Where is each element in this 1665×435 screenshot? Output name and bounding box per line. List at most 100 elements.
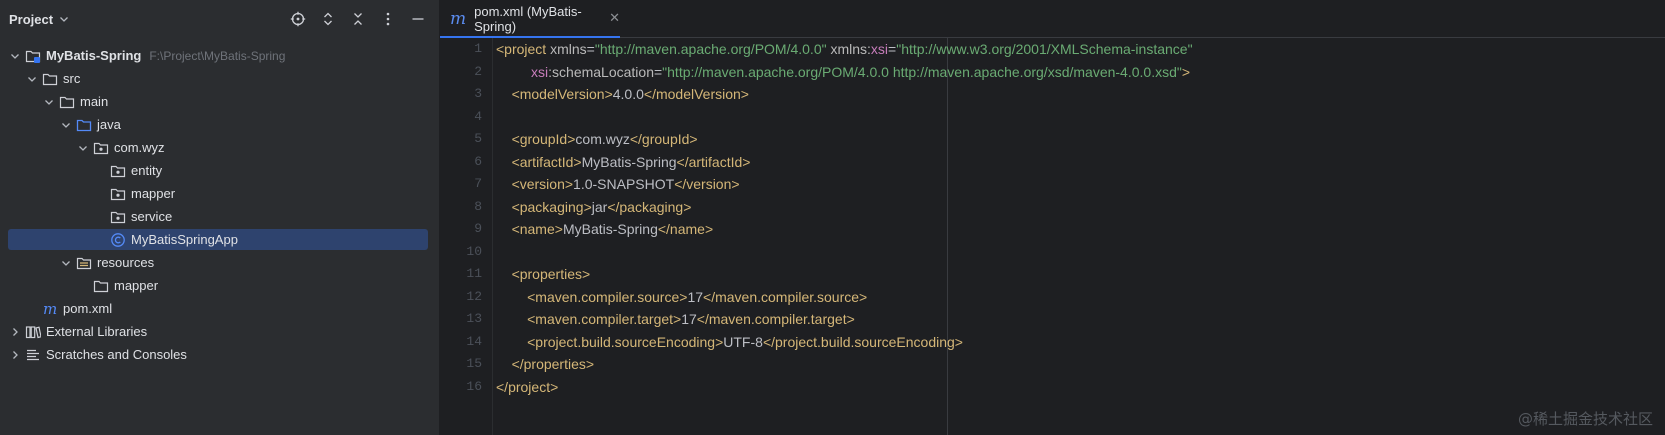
code-line: xsi:schemaLocation="http://maven.apache.… <box>496 61 1193 84</box>
line-number: 6 <box>474 153 482 169</box>
tree-node[interactable]: mapper <box>0 274 440 297</box>
chevron-down-icon[interactable] <box>42 95 56 109</box>
collapse-all-icon[interactable] <box>349 10 367 28</box>
line-number: 3 <box>474 86 482 101</box>
code-token: </properties> <box>511 356 595 372</box>
expand-all-icon[interactable] <box>319 10 337 28</box>
line-number: 14 <box>466 333 482 349</box>
code-token: UTF-8 <box>723 333 763 350</box>
code-line: <version>1.0-SNAPSHOT</version> <box>496 173 1193 196</box>
code-token: MyBatis-Spring <box>581 153 677 170</box>
chevron-right-icon[interactable] <box>8 348 22 362</box>
chevron-down-icon[interactable] <box>59 256 73 270</box>
package-icon <box>110 163 126 179</box>
chevron-down-icon[interactable] <box>25 72 39 86</box>
chevron-right-icon[interactable] <box>8 325 22 339</box>
tree-node-label: mapper <box>131 186 176 201</box>
project-panel-title[interactable]: Project <box>9 12 53 27</box>
libraries-icon <box>25 324 41 340</box>
code-line: </properties> <box>496 353 1193 376</box>
code-token: "http://maven.apache.org/POM/4.0.0" <box>594 41 827 57</box>
tree-node-label: Scratches and Consoles <box>46 347 187 362</box>
code-token: xmlns <box>550 41 587 57</box>
more-options-icon[interactable] <box>379 10 397 28</box>
module-path: F:\Project\MyBatis-Spring <box>149 48 286 63</box>
tree-node[interactable]: m pom.xml <box>0 297 440 320</box>
tab-pom-xml[interactable]: m pom.xml (MyBatis-Spring) ✕ <box>440 0 620 38</box>
line-number: 15 <box>466 356 482 371</box>
code-token: MyBatis-Spring <box>562 221 658 237</box>
close-icon[interactable]: ✕ <box>609 11 620 26</box>
tree-node[interactable]: service <box>0 205 440 228</box>
chevron-down-icon[interactable] <box>76 141 90 155</box>
code-token: </maven.compiler.source> <box>703 288 868 305</box>
line-number: 1 <box>474 41 482 56</box>
tab-label: pom.xml (MyBatis-Spring) <box>474 3 582 34</box>
tree-node[interactable]: Scratches and Consoles <box>0 343 440 366</box>
resources-folder-icon <box>76 255 92 271</box>
code-token: com.wyz <box>575 131 630 147</box>
tree-node[interactable]: External Libraries <box>0 320 440 343</box>
hide-panel-icon[interactable] <box>409 10 427 28</box>
code-line: <name>MyBatis-Spring</name> <box>496 218 1193 241</box>
package-icon <box>93 140 109 156</box>
tree-node-label: service <box>131 209 173 224</box>
code-token: <maven.compiler.source> <box>527 288 688 305</box>
chevron-down-icon[interactable] <box>58 13 70 25</box>
code-token: :schemaLocation <box>548 63 654 80</box>
code-line: <properties> <box>496 263 1193 286</box>
code-token: <properties> <box>511 266 591 282</box>
line-number: 8 <box>474 198 482 214</box>
tree-node-label: pom.xml <box>63 301 113 316</box>
crosshair-icon[interactable] <box>289 10 307 28</box>
code-token: 4.0.0 <box>612 86 644 102</box>
code-token: "http://maven.apache.org/POM/4.0.0 http:… <box>662 63 1182 80</box>
tree-node[interactable]: MyBatisSpringApp <box>0 228 440 251</box>
chevron-down-icon[interactable] <box>8 49 22 63</box>
tree-node[interactable]: entity <box>0 159 440 182</box>
tree-node[interactable]: MyBatis-Spring F:\Project\MyBatis-Spring <box>0 44 440 67</box>
line-number: 9 <box>474 221 482 236</box>
tree-node[interactable]: resources <box>0 251 440 274</box>
project-panel-header: Project <box>0 0 439 38</box>
code-token: <project <box>496 41 551 57</box>
editor-tab-bar: m pom.xml (MyBatis-Spring) ✕ <box>440 0 1665 38</box>
panel-toolbar <box>289 10 427 28</box>
package-icon <box>110 209 126 225</box>
line-number: 13 <box>466 311 482 326</box>
code-token: "http://www.w3.org/2001/XMLSchema-instan… <box>896 41 1193 57</box>
tree-node[interactable]: com.wyz <box>0 136 440 159</box>
folder-icon <box>93 278 109 294</box>
package-icon <box>110 186 126 202</box>
code-token: </name> <box>657 221 714 237</box>
tree-node[interactable]: mapper <box>0 182 440 205</box>
tree-node-label: resources <box>97 255 155 270</box>
code-line: <modelVersion>4.0.0</modelVersion> <box>496 83 1193 106</box>
code-token: = <box>653 63 663 80</box>
watermark: @稀土掘金技术社区 <box>1517 410 1653 428</box>
code-editor[interactable]: <project xmlns="http://maven.apache.org/… <box>492 38 1665 435</box>
code-line: <maven.compiler.source>17</maven.compile… <box>496 286 1193 309</box>
tree-node[interactable]: src <box>0 67 440 90</box>
tree-node[interactable]: java <box>0 113 440 136</box>
chevron-down-icon[interactable] <box>59 118 73 132</box>
code-token: <name> <box>511 221 563 237</box>
code-token: </modelVersion> <box>643 86 749 102</box>
code-token: xsi <box>870 41 889 57</box>
code-line: </project> <box>496 376 1193 399</box>
maven-icon: m <box>450 8 467 29</box>
tree-node-label: entity <box>131 163 163 178</box>
code-line: <project xmlns="http://maven.apache.org/… <box>496 38 1193 61</box>
tree-node[interactable]: main <box>0 90 440 113</box>
